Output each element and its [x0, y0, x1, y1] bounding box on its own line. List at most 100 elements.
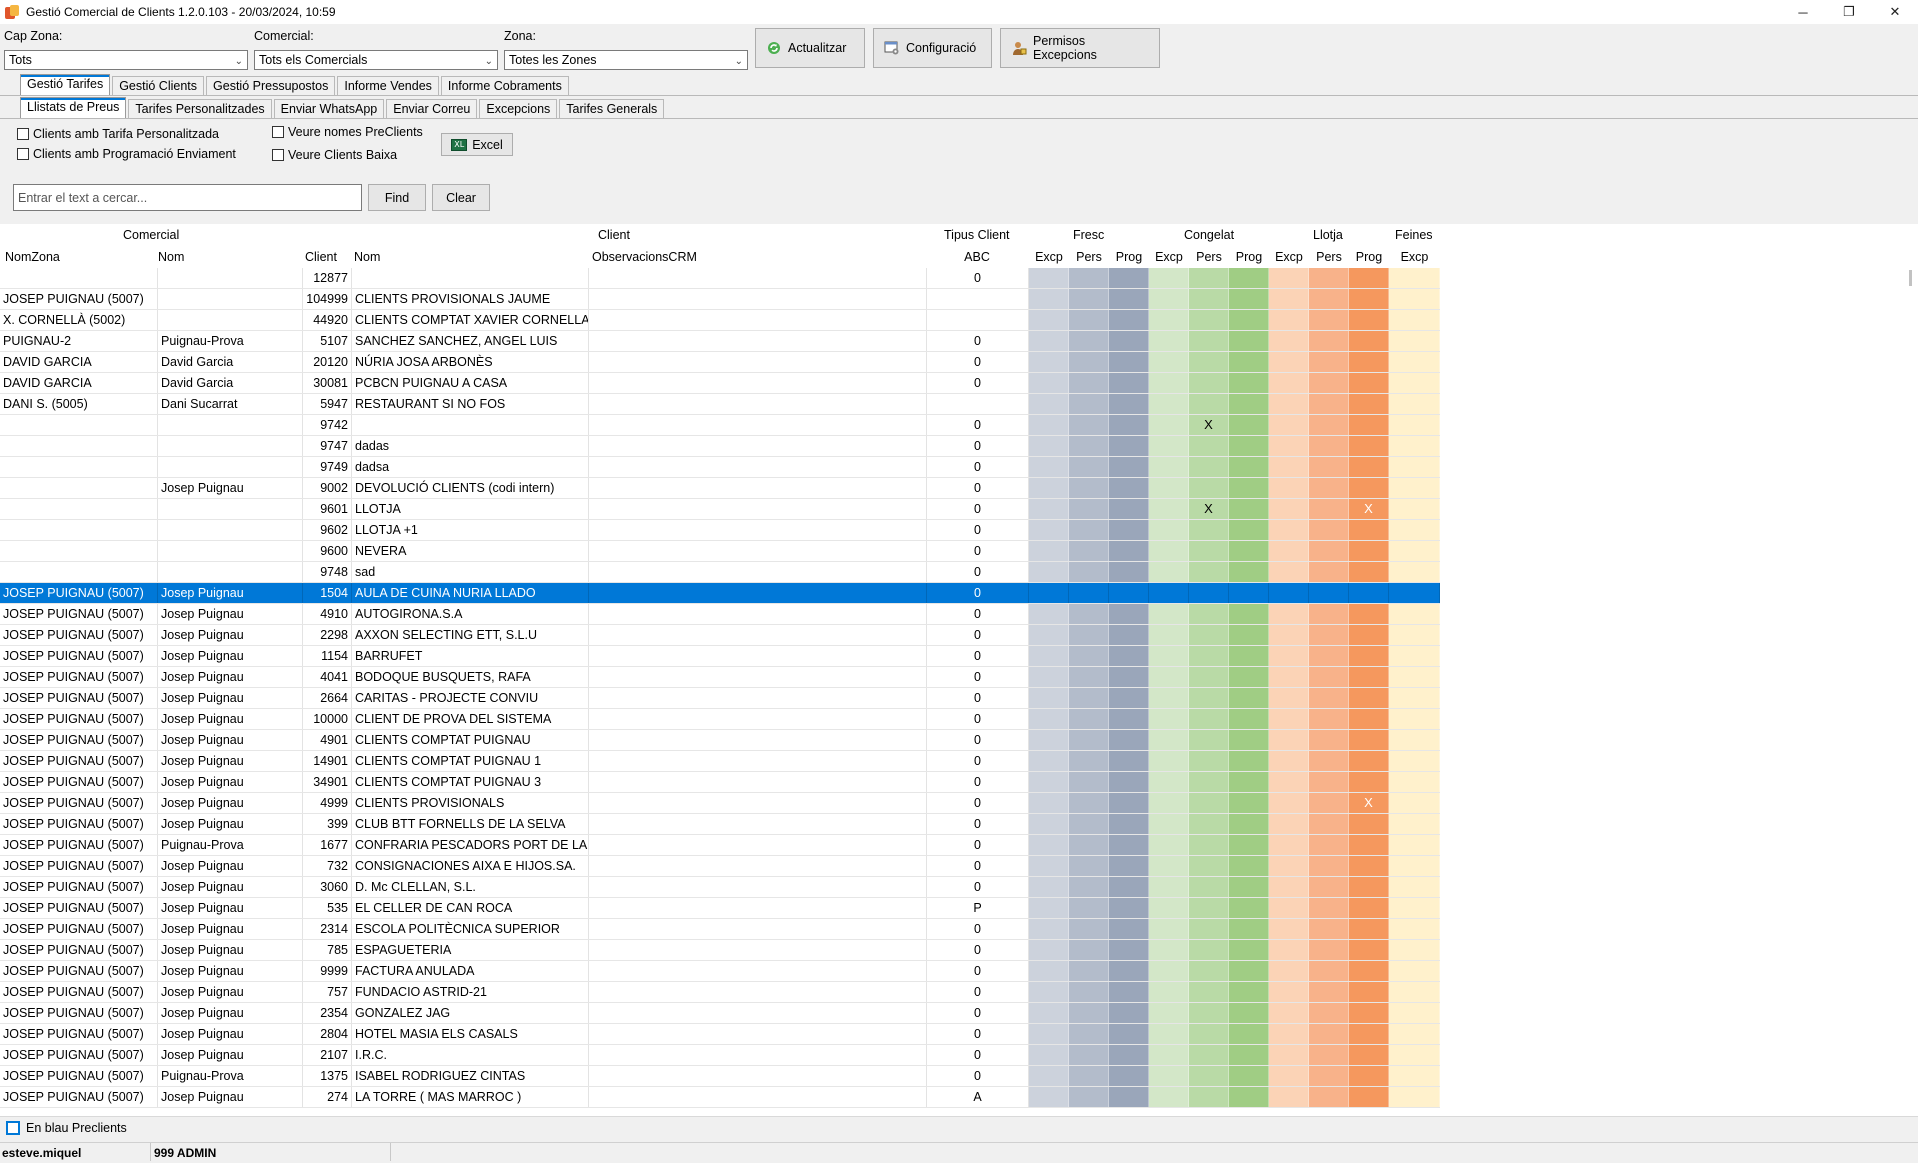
cell-cong-pers[interactable] — [1189, 982, 1229, 1002]
cell-feines-excp[interactable] — [1389, 520, 1440, 540]
main-tab-0[interactable]: Gestió Tarifes — [20, 74, 111, 95]
cell-fresc-prog[interactable] — [1109, 1087, 1149, 1107]
cell-llot-excp[interactable] — [1269, 1045, 1309, 1065]
cell-fresc-prog[interactable] — [1109, 835, 1149, 855]
cell-nom[interactable]: CONFRARIA PESCADORS PORT DE LA SE — [352, 835, 589, 855]
table-row[interactable]: JOSEP PUIGNAU (5007) Josep Puignau 2298 AXX… — [0, 625, 1440, 646]
cell-llot-pers[interactable] — [1309, 730, 1349, 750]
cell-abc[interactable]: 0 — [927, 772, 1029, 792]
cell-nom-comercial[interactable] — [158, 289, 303, 309]
cell-llot-excp[interactable] — [1269, 436, 1309, 456]
cell-fresc-prog[interactable] — [1109, 352, 1149, 372]
cell-cong-pers[interactable] — [1189, 667, 1229, 687]
cell-nomzona[interactable] — [0, 520, 158, 540]
cell-llot-excp[interactable] — [1269, 793, 1309, 813]
table-row[interactable]: JOSEP PUIGNAU (5007) Josep Puignau 535 EL C… — [0, 898, 1440, 919]
table-row[interactable]: 12877 0 — [0, 268, 1440, 289]
cell-observacions[interactable] — [589, 352, 927, 372]
col-header-llotja-prog[interactable]: Prog — [1349, 250, 1389, 264]
cell-cong-pers[interactable] — [1189, 1066, 1229, 1086]
cell-nom-comercial[interactable]: Josep Puignau — [158, 1087, 303, 1107]
veure-baixa-checkbox[interactable]: Veure Clients Baixa — [272, 148, 397, 162]
cell-cong-prog[interactable] — [1229, 394, 1269, 414]
cell-fresc-pers[interactable] — [1069, 583, 1109, 603]
table-row[interactable]: JOSEP PUIGNAU (5007) Josep Puignau 2107 I.R… — [0, 1045, 1440, 1066]
cell-llot-pers[interactable] — [1309, 1066, 1349, 1086]
cell-fresc-prog[interactable] — [1109, 667, 1149, 687]
cell-abc[interactable]: 0 — [927, 730, 1029, 750]
cell-fresc-excp[interactable] — [1029, 457, 1069, 477]
cell-fresc-pers[interactable] — [1069, 688, 1109, 708]
cell-fresc-excp[interactable] — [1029, 520, 1069, 540]
cell-cong-pers[interactable] — [1189, 1024, 1229, 1044]
cell-llot-excp[interactable] — [1269, 772, 1309, 792]
cell-llot-excp[interactable] — [1269, 394, 1309, 414]
cell-client[interactable]: 732 — [303, 856, 352, 876]
cell-feines-excp[interactable] — [1389, 583, 1440, 603]
cell-cong-prog[interactable] — [1229, 1066, 1269, 1086]
cell-feines-excp[interactable] — [1389, 835, 1440, 855]
cell-cong-excp[interactable] — [1149, 478, 1189, 498]
cell-llot-prog[interactable] — [1349, 541, 1389, 561]
cell-cong-excp[interactable] — [1149, 961, 1189, 981]
cell-abc[interactable]: 0 — [927, 436, 1029, 456]
cell-llot-prog[interactable] — [1349, 982, 1389, 1002]
cell-observacions[interactable] — [589, 1087, 927, 1107]
cell-nom-comercial[interactable]: David Garcia — [158, 373, 303, 393]
cell-fresc-prog[interactable] — [1109, 499, 1149, 519]
cell-fresc-pers[interactable] — [1069, 541, 1109, 561]
cell-nom[interactable]: CLUB BTT FORNELLS DE LA SELVA — [352, 814, 589, 834]
cell-llot-prog[interactable] — [1349, 331, 1389, 351]
cell-fresc-excp[interactable] — [1029, 289, 1069, 309]
cell-nom-comercial[interactable]: David Garcia — [158, 352, 303, 372]
cell-cong-pers[interactable] — [1189, 1003, 1229, 1023]
cell-llot-excp[interactable] — [1269, 961, 1309, 981]
col-header-congelat-pers[interactable]: Pers — [1189, 250, 1229, 264]
cell-nomzona[interactable]: JOSEP PUIGNAU (5007) — [0, 793, 158, 813]
cell-fresc-prog[interactable] — [1109, 898, 1149, 918]
cell-llot-excp[interactable] — [1269, 940, 1309, 960]
cell-cong-pers[interactable] — [1189, 604, 1229, 624]
cell-observacions[interactable] — [589, 331, 927, 351]
cell-observacions[interactable] — [589, 625, 927, 645]
cell-observacions[interactable] — [589, 877, 927, 897]
cell-feines-excp[interactable] — [1389, 751, 1440, 771]
cell-abc[interactable]: 0 — [927, 1003, 1029, 1023]
cell-llot-prog[interactable] — [1349, 688, 1389, 708]
cell-fresc-excp[interactable] — [1029, 331, 1069, 351]
cell-llot-excp[interactable] — [1269, 352, 1309, 372]
cell-fresc-pers[interactable] — [1069, 793, 1109, 813]
table-row[interactable]: 9600 NEVERA 0 — [0, 541, 1440, 562]
cell-feines-excp[interactable] — [1389, 793, 1440, 813]
cell-observacions[interactable] — [589, 793, 927, 813]
cell-cong-prog[interactable] — [1229, 793, 1269, 813]
cell-observacions[interactable] — [589, 520, 927, 540]
cell-abc[interactable]: 0 — [927, 268, 1029, 288]
table-row[interactable]: JOSEP PUIGNAU (5007) Josep Puignau 14901 CL… — [0, 751, 1440, 772]
cell-nom[interactable]: DEVOLUCIÓ CLIENTS (codi intern) — [352, 478, 589, 498]
cell-abc[interactable]: 0 — [927, 331, 1029, 351]
cell-llot-pers[interactable] — [1309, 751, 1349, 771]
table-row[interactable]: 9749 dadsa 0 — [0, 457, 1440, 478]
cell-fresc-excp[interactable] — [1029, 394, 1069, 414]
cell-fresc-prog[interactable] — [1109, 730, 1149, 750]
cell-cong-pers[interactable] — [1189, 793, 1229, 813]
cell-nomzona[interactable] — [0, 478, 158, 498]
cell-nom-comercial[interactable] — [158, 268, 303, 288]
cell-observacions[interactable] — [589, 541, 927, 561]
cell-cong-pers[interactable] — [1189, 835, 1229, 855]
cell-client[interactable]: 1504 — [303, 583, 352, 603]
cell-nom[interactable]: CLIENTS PROVISIONALS JAUME — [352, 289, 589, 309]
cell-llot-pers[interactable] — [1309, 541, 1349, 561]
cell-llot-pers[interactable] — [1309, 646, 1349, 666]
cell-cong-prog[interactable] — [1229, 688, 1269, 708]
cell-fresc-prog[interactable] — [1109, 1066, 1149, 1086]
cell-nomzona[interactable]: JOSEP PUIGNAU (5007) — [0, 877, 158, 897]
cell-fresc-excp[interactable] — [1029, 268, 1069, 288]
cell-fresc-pers[interactable] — [1069, 373, 1109, 393]
cell-abc[interactable]: 0 — [927, 793, 1029, 813]
cell-llot-excp[interactable] — [1269, 625, 1309, 645]
cell-fresc-pers[interactable] — [1069, 478, 1109, 498]
cell-llot-pers[interactable] — [1309, 625, 1349, 645]
cell-fresc-excp[interactable] — [1029, 961, 1069, 981]
